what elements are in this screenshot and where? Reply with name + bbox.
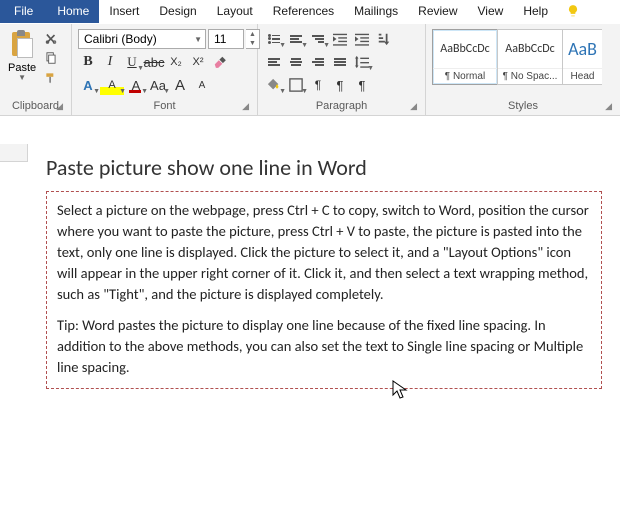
paste-dropdown-icon[interactable]: ▼ xyxy=(18,73,26,82)
align-right-button[interactable] xyxy=(308,52,328,72)
document-title[interactable]: Paste picture show one line in Word xyxy=(46,154,602,181)
numbering-button[interactable]: ▼ xyxy=(286,29,306,49)
tab-references[interactable]: References xyxy=(263,0,344,23)
shading-button[interactable]: ▼ xyxy=(264,75,284,95)
paragraph-1[interactable]: Select a picture on the webpage, press C… xyxy=(57,200,591,305)
format-painter-button[interactable] xyxy=(42,70,60,86)
subscript-button[interactable]: X₂ xyxy=(166,52,186,72)
ruler-corner xyxy=(0,144,28,162)
font-launcher-icon[interactable]: ◢ xyxy=(242,101,249,112)
font-size-value: 11 xyxy=(214,32,226,46)
tell-me-icon[interactable] xyxy=(560,0,586,23)
tab-help[interactable]: Help xyxy=(513,0,558,23)
chevron-down-icon: ▼ xyxy=(190,35,202,44)
tab-home[interactable]: Home xyxy=(47,0,99,23)
group-label-clipboard: Clipboard ◢ xyxy=(6,98,65,115)
highlight-button[interactable]: A▼ xyxy=(100,75,124,95)
superscript-button[interactable]: X² xyxy=(188,52,208,72)
font-name-value: Calibri (Body) xyxy=(84,32,157,46)
clipboard-launcher-icon[interactable]: ◢ xyxy=(56,101,63,112)
style-heading1[interactable]: AaB Head xyxy=(562,29,602,85)
style-preview: AaBbCcDc xyxy=(498,30,562,68)
strikethrough-button[interactable]: abc xyxy=(144,52,164,72)
selection-box: Select a picture on the webpage, press C… xyxy=(46,191,602,389)
tab-mailings[interactable]: Mailings xyxy=(344,0,408,23)
style-preview: AaBbCcDc xyxy=(433,30,497,68)
align-center-button[interactable] xyxy=(286,52,306,72)
tab-file[interactable]: File xyxy=(0,0,47,23)
paragraph-launcher-icon[interactable]: ◢ xyxy=(410,101,417,112)
text-effects-button[interactable]: A▼ xyxy=(78,75,98,95)
style-normal[interactable]: AaBbCcDc ¶ Normal xyxy=(432,29,498,85)
show-marks-button[interactable]: ¶ xyxy=(352,75,372,95)
styles-launcher-icon[interactable]: ◢ xyxy=(605,101,612,112)
bullets-button[interactable]: ▼ xyxy=(264,29,284,49)
decrease-indent-button[interactable] xyxy=(330,29,350,49)
font-color-button[interactable]: A▼ xyxy=(126,75,146,95)
cut-button[interactable] xyxy=(42,30,60,46)
ltr-direction-button[interactable]: ¶ xyxy=(308,75,328,95)
group-label-font: Font ◢ xyxy=(78,98,251,115)
paste-button[interactable]: Paste ▼ xyxy=(6,28,38,82)
change-case-button[interactable]: Aa▼ xyxy=(148,75,168,95)
tab-design[interactable]: Design xyxy=(149,0,206,23)
line-spacing-button[interactable]: ▼ xyxy=(352,52,372,72)
menu-bar: File Home Insert Design Layout Reference… xyxy=(0,0,620,24)
group-font: Calibri (Body) ▼ 11 ▲ ▼ B I U▼ abc xyxy=(72,24,258,115)
underline-button[interactable]: U▼ xyxy=(122,52,142,72)
style-no-spacing[interactable]: AaBbCcDc ¶ No Spac... xyxy=(497,29,563,85)
style-name-label: ¶ Normal xyxy=(433,68,497,84)
bold-button[interactable]: B xyxy=(78,52,98,72)
style-preview: AaB xyxy=(563,30,602,68)
align-left-button[interactable] xyxy=(264,52,284,72)
borders-button[interactable]: ▼ xyxy=(286,75,306,95)
paragraph-2[interactable]: Tip: Word pastes the picture to display … xyxy=(57,315,591,378)
clear-formatting-button[interactable] xyxy=(210,52,230,72)
increase-indent-button[interactable] xyxy=(352,29,372,49)
style-name-label: ¶ No Spac... xyxy=(498,68,562,84)
group-label-paragraph: Paragraph ◢ xyxy=(264,98,419,115)
paste-icon xyxy=(9,30,35,60)
group-styles: AaBbCcDc ¶ Normal AaBbCcDc ¶ No Spac... … xyxy=(426,24,620,115)
group-label-styles: Styles ◢ xyxy=(432,98,614,115)
page: Paste picture show one line in Word Sele… xyxy=(28,144,620,399)
sort-button[interactable] xyxy=(374,29,394,49)
multilevel-list-button[interactable]: ▼ xyxy=(308,29,328,49)
rtl-direction-button[interactable]: ¶ xyxy=(330,75,350,95)
group-clipboard: Paste ▼ Clipboard ◢ xyxy=(0,24,72,115)
tab-review[interactable]: Review xyxy=(408,0,467,23)
tab-view[interactable]: View xyxy=(468,0,514,23)
tab-insert[interactable]: Insert xyxy=(99,0,149,23)
style-name-label: Head xyxy=(563,68,602,84)
font-name-combo[interactable]: Calibri (Body) ▼ xyxy=(78,29,206,49)
italic-button[interactable]: I xyxy=(100,52,120,72)
justify-button[interactable] xyxy=(330,52,350,72)
group-paragraph: ▼ ▼ ▼ ▼ ▼ ▼ ¶ ¶ xyxy=(258,24,426,115)
document-area[interactable]: Paste picture show one line in Word Sele… xyxy=(0,144,620,528)
font-size-combo[interactable]: 11 xyxy=(208,29,244,49)
ribbon: Paste ▼ Clipboard ◢ xyxy=(0,24,620,116)
copy-button[interactable] xyxy=(42,50,60,66)
grow-font-button[interactable]: A xyxy=(170,75,190,95)
shrink-font-button[interactable]: A xyxy=(192,75,212,95)
tab-layout[interactable]: Layout xyxy=(207,0,263,23)
